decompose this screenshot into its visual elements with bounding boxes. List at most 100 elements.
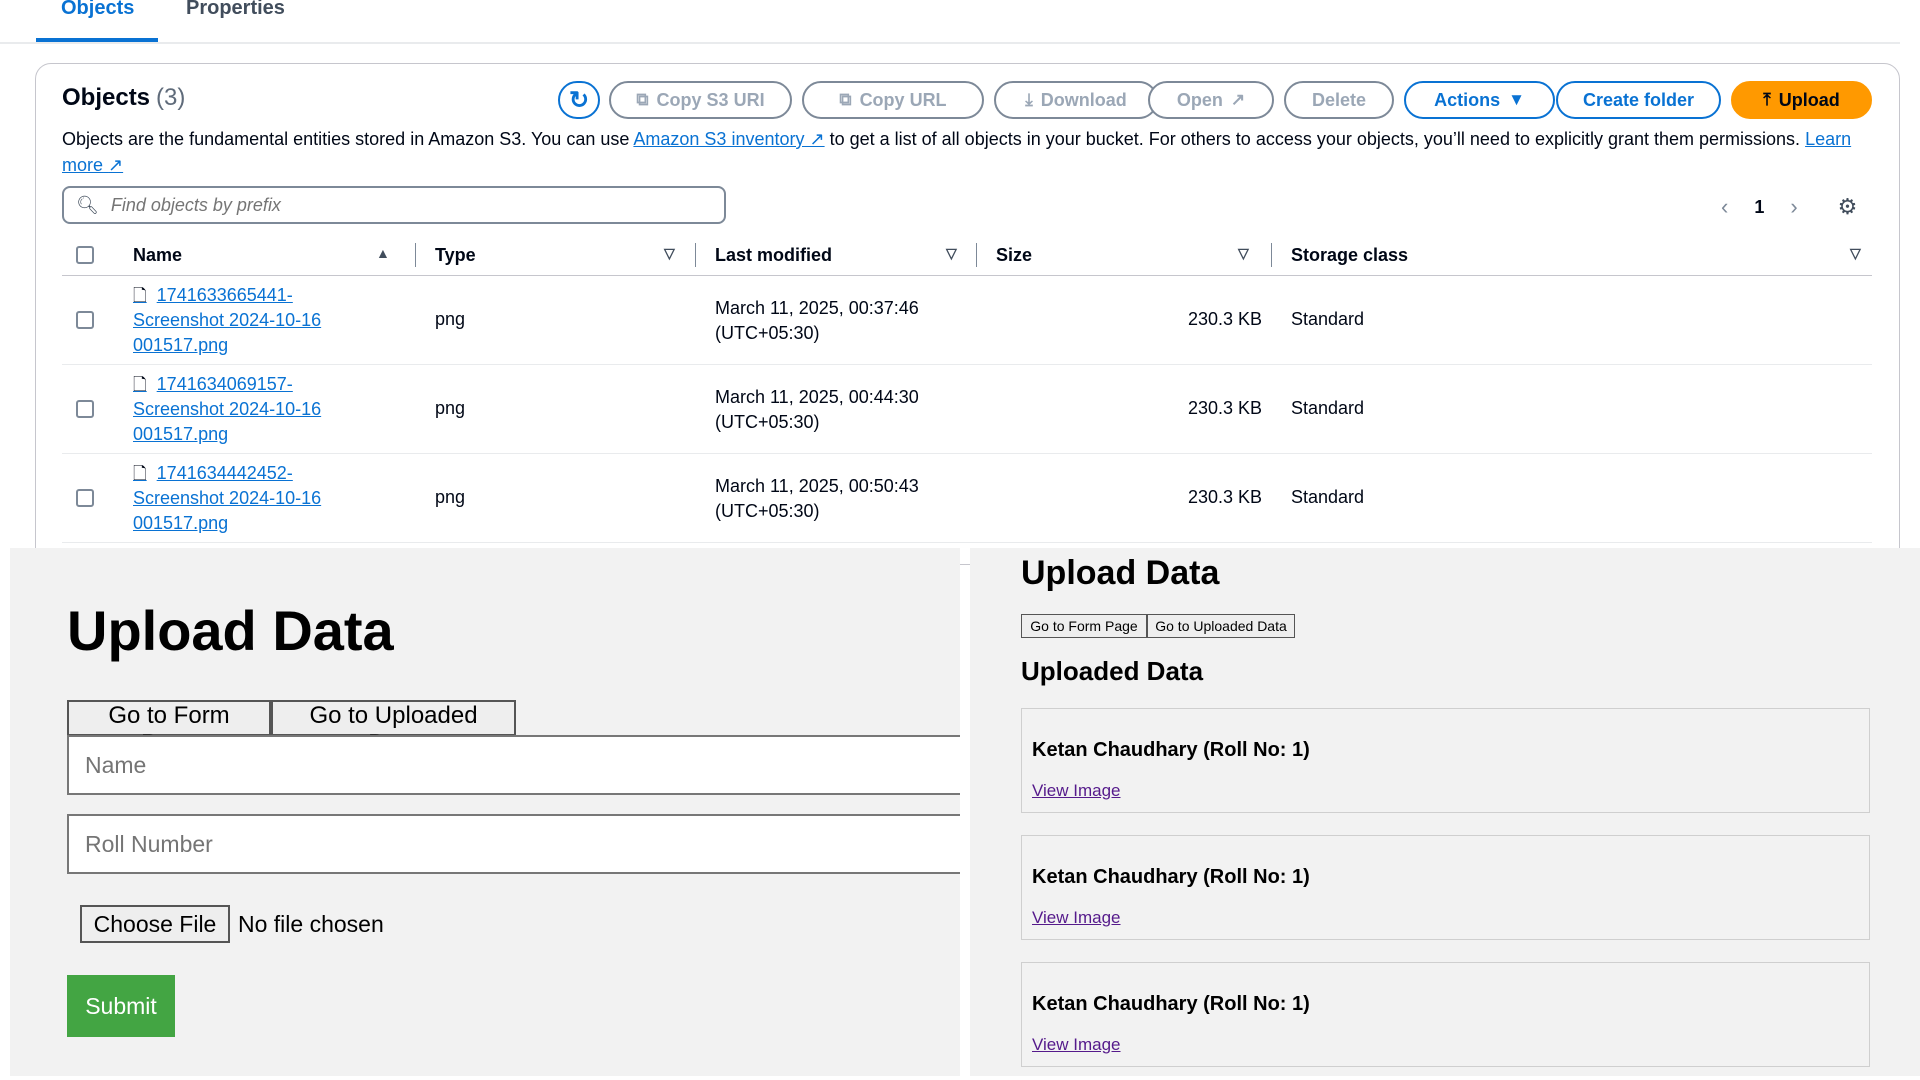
object-name-cell: 🗋 1741633665441-Screenshot 2024-10-16 001…: [133, 283, 343, 358]
object-name-cell: 🗋 1741634069157-Screenshot 2024-10-16 001…: [133, 372, 343, 447]
entry-title: Ketan Chaudhary (Roll No: 1): [1032, 866, 1310, 888]
sort-icon[interactable]: ▽: [1238, 245, 1249, 262]
list-item: Ketan Chaudhary (Roll No: 1) View Image: [1021, 708, 1870, 813]
object-name: 1741633665441-Screenshot 2024-10-16 0015…: [133, 285, 322, 355]
inventory-link[interactable]: Amazon S3 inventory ↗: [633, 129, 824, 149]
inventory-link-label: Amazon S3 inventory: [633, 129, 805, 149]
name-field[interactable]: [67, 735, 960, 795]
object-link[interactable]: 🗋 1741634069157-Screenshot 2024-10-16 001…: [133, 372, 343, 447]
go-to-form-button[interactable]: Go to Form Page: [1021, 614, 1147, 638]
object-modified: March 11, 2025, 00:50:43 (UTC+05:30): [715, 476, 919, 521]
submit-button[interactable]: Submit: [67, 975, 175, 1037]
table-row[interactable]: 🗋 1741633665441-Screenshot 2024-10-16 001…: [62, 275, 1872, 365]
panel-title: Objects (3): [62, 84, 185, 112]
table-row[interactable]: 🗋 1741634069157-Screenshot 2024-10-16 001…: [62, 364, 1872, 454]
object-storage-class: Standard: [1291, 398, 1365, 418]
object-type: png: [435, 309, 466, 329]
go-to-uploaded-button[interactable]: Go to Uploaded Data: [271, 700, 516, 757]
uploaded-data-app: Upload Data Go to Form Page Go to Upload…: [970, 548, 1920, 1076]
copy-s3-uri-button[interactable]: ⧉ Copy S3 URI: [609, 81, 792, 119]
gear-icon[interactable]: ⚙: [1838, 194, 1858, 220]
entry-title: Ketan Chaudhary (Roll No: 1): [1032, 739, 1310, 761]
column-size[interactable]: Size: [996, 245, 1032, 266]
column-name[interactable]: Name: [133, 245, 182, 266]
file-icon: 🗋: [133, 375, 147, 394]
refresh-button[interactable]: ↻: [558, 81, 600, 119]
objects-panel: Objects (3) ↻ ⧉ Copy S3 URI ⧉ Copy URL ⤓ Dow…: [35, 63, 1900, 565]
external-link-icon: ↗: [1230, 90, 1246, 109]
external-link-icon: ↗: [809, 129, 825, 149]
tab-objects[interactable]: Objects: [36, 0, 158, 42]
open-button[interactable]: Open ↗: [1148, 81, 1274, 119]
column-divider: [415, 243, 416, 267]
column-type[interactable]: Type: [435, 245, 476, 266]
object-size: 230.3 KB: [1187, 309, 1262, 329]
delete-label: Delete: [1311, 89, 1367, 110]
objects-description: Objects are the fundamental entities sto…: [62, 126, 1872, 178]
create-folder-button[interactable]: Create folder: [1556, 81, 1721, 119]
objects-title: Objects: [62, 84, 151, 111]
prev-page-icon[interactable]: ‹: [1721, 194, 1728, 220]
section-title: Uploaded Data: [1021, 656, 1204, 686]
open-label: Open: [1176, 89, 1223, 110]
go-to-uploaded-button[interactable]: Go to Uploaded Data: [1147, 614, 1295, 638]
search-box: 🔍︎: [62, 186, 726, 224]
sort-icon[interactable]: ▽: [946, 245, 957, 262]
create-folder-label: Create folder: [1582, 89, 1695, 110]
download-icon: ⤓: [1025, 90, 1033, 109]
copy-url-button[interactable]: ⧉ Copy URL: [802, 81, 984, 119]
view-image-link[interactable]: View Image: [1032, 1035, 1121, 1055]
object-name: 1741634442452-Screenshot 2024-10-16 0015…: [133, 463, 322, 533]
row-checkbox[interactable]: [76, 311, 94, 329]
copy-icon: ⧉: [839, 90, 852, 109]
choose-file-button[interactable]: Choose File: [80, 905, 230, 943]
view-image-link[interactable]: View Image: [1032, 908, 1121, 928]
column-last-modified[interactable]: Last modified: [715, 245, 832, 266]
delete-button[interactable]: Delete: [1284, 81, 1394, 119]
go-to-form-button[interactable]: Go to Form Page: [67, 700, 271, 757]
table-header: Name ▲ Type ▽ Last modified ▽ Size ▽ Sto…: [62, 237, 1872, 276]
current-page[interactable]: 1: [1754, 197, 1764, 218]
select-all-checkbox[interactable]: [76, 246, 94, 264]
object-link[interactable]: 🗋 1741633665441-Screenshot 2024-10-16 001…: [133, 283, 343, 358]
column-divider: [695, 243, 696, 267]
sort-icon[interactable]: ▽: [1850, 245, 1861, 262]
download-label: Download: [1040, 89, 1127, 110]
column-storage-class[interactable]: Storage class: [1291, 245, 1408, 266]
page-title: Upload Data: [67, 599, 394, 662]
column-divider: [1271, 243, 1272, 267]
upload-button[interactable]: ⤒ Upload: [1731, 81, 1872, 119]
actions-button[interactable]: Actions ▼: [1404, 81, 1555, 119]
tab-properties[interactable]: Properties: [186, 0, 285, 40]
entry-title: Ketan Chaudhary (Roll No: 1): [1032, 993, 1310, 1015]
table-row[interactable]: 🗋 1741634442452-Screenshot 2024-10-16 001…: [62, 453, 1872, 543]
object-name: 1741634069157-Screenshot 2024-10-16 0015…: [133, 374, 322, 444]
sort-icon[interactable]: ▽: [664, 245, 675, 262]
object-type: png: [435, 487, 466, 507]
object-modified: March 11, 2025, 00:37:46 (UTC+05:30): [715, 298, 919, 343]
copy-s3-uri-label: Copy S3 URI: [656, 89, 765, 110]
description-text-2: to get a list of all objects in your buc…: [829, 129, 1801, 149]
roll-number-field[interactable]: [67, 814, 960, 874]
object-type: png: [435, 398, 466, 418]
view-image-link[interactable]: View Image: [1032, 781, 1121, 801]
download-button[interactable]: ⤓ Download: [994, 81, 1158, 119]
object-link[interactable]: 🗋 1741634442452-Screenshot 2024-10-16 001…: [133, 461, 343, 536]
refresh-icon: ↻: [568, 86, 590, 114]
row-checkbox[interactable]: [76, 489, 94, 507]
pagination: ‹ 1 › ⚙: [1721, 192, 1901, 222]
copy-icon: ⧉: [636, 90, 649, 109]
object-size: 230.3 KB: [1187, 398, 1262, 418]
next-page-icon[interactable]: ›: [1790, 194, 1797, 220]
object-modified: March 11, 2025, 00:44:30 (UTC+05:30): [715, 387, 919, 432]
file-status-text: No file chosen: [238, 911, 384, 937]
file-icon: 🗋: [133, 286, 147, 305]
search-input[interactable]: [108, 193, 673, 217]
sort-ascending-icon[interactable]: ▲: [376, 245, 390, 261]
actions-label: Actions: [1434, 89, 1501, 110]
file-icon: 🗋: [133, 464, 147, 483]
row-checkbox[interactable]: [76, 400, 94, 418]
search-icon: 🔍︎: [76, 194, 99, 215]
column-divider: [976, 243, 977, 267]
tab-bar: Objects Properties: [0, 0, 1900, 44]
